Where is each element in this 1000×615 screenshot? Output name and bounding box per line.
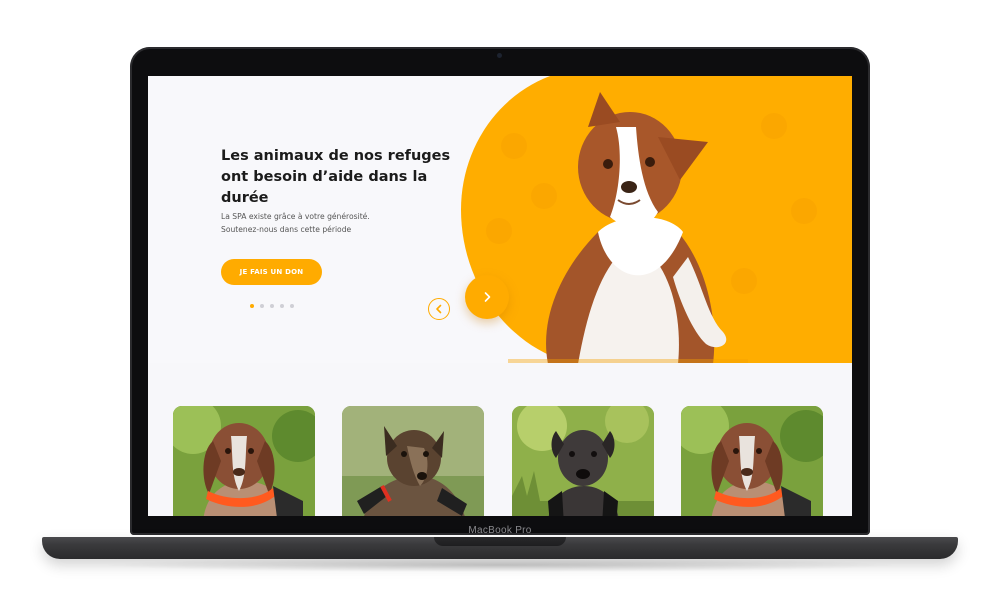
donate-button[interactable]: JE FAIS UN DON xyxy=(221,259,322,285)
animal-card[interactable] xyxy=(173,406,315,516)
slider-dot[interactable] xyxy=(250,304,254,308)
hero-subtitle-line1: La SPA existe grâce à votre générosité. xyxy=(221,212,370,221)
dog-photo xyxy=(512,406,654,516)
hero-slider: Les animaux de nos refuges ont besoin d’… xyxy=(148,76,852,363)
dog-photo xyxy=(173,406,315,516)
hero-subtitle-line2: Soutenez-nous dans cette période xyxy=(221,225,352,234)
slider-next-button[interactable] xyxy=(465,275,509,319)
animal-card[interactable] xyxy=(681,406,823,516)
hero-subtitle: La SPA existe grâce à votre générosité. … xyxy=(221,210,441,236)
slider-prev-button[interactable] xyxy=(428,298,450,320)
slider-dot[interactable] xyxy=(290,304,294,308)
camera xyxy=(497,53,502,58)
slider-dots xyxy=(250,304,294,308)
dog-photo xyxy=(681,406,823,516)
laptop-base xyxy=(42,537,958,559)
hero-title: Les animaux de nos refuges ont besoin d’… xyxy=(221,146,461,209)
laptop-notch xyxy=(434,537,566,546)
chevron-left-icon xyxy=(436,304,442,314)
hero-title-line2: ont besoin d’aide dans la durée xyxy=(221,169,428,206)
slider-dot[interactable] xyxy=(270,304,274,308)
animal-cards xyxy=(173,406,833,516)
screen: Les animaux de nos refuges ont besoin d’… xyxy=(148,76,852,516)
slider-dot[interactable] xyxy=(280,304,284,308)
paw-print xyxy=(761,113,787,139)
laptop-brand-label: MacBook Pro xyxy=(468,525,532,536)
slider-dot[interactable] xyxy=(260,304,264,308)
dog-photo xyxy=(342,406,484,516)
paw-print xyxy=(791,198,817,224)
animal-card[interactable] xyxy=(512,406,654,516)
laptop-shadow xyxy=(100,558,900,572)
hero-dog-image xyxy=(508,92,748,363)
animal-card[interactable] xyxy=(342,406,484,516)
hero-title-line1: Les animaux de nos refuges xyxy=(221,148,451,164)
chevron-right-icon xyxy=(484,292,491,302)
